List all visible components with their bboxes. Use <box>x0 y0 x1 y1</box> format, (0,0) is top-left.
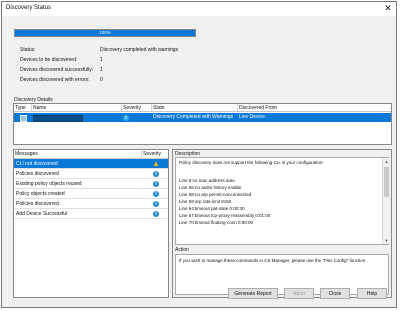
generate-report-button[interactable]: Generate Report <box>228 288 278 299</box>
description-line: Line 64:timeout pat-xlate 0:00:30 <box>179 206 245 211</box>
devices-to-discover-value: 1 <box>100 57 103 63</box>
col-msg-severity[interactable]: Severity <box>142 150 168 159</box>
message-text: Policy objects created <box>16 191 65 197</box>
discovery-status-window: Discovery Status ✕ 100% Status: Discover… <box>1 1 397 308</box>
discovery-details-table: Type Name Severity State Discovered From… <box>13 103 392 145</box>
devices-errors-value: 0 <box>100 77 103 83</box>
window-title: Discovery Status <box>6 5 52 11</box>
row-state: Discovery Completed with Warnings <box>153 114 234 120</box>
description-line: Line 58:no arp permit-nonconnected <box>179 192 252 197</box>
col-messages[interactable]: Messages <box>14 150 142 159</box>
devices-success-label: Devices discovered successfully: <box>20 67 94 73</box>
description-line: Policy discovery does not support the fo… <box>179 160 324 165</box>
description-line: Line 6:no mac-address auto <box>179 178 235 183</box>
progress-text: 100% <box>99 30 111 35</box>
message-text: Existing policy objects reused <box>16 181 82 187</box>
description-scrollbar[interactable]: ▲ ▼ <box>382 158 390 244</box>
warning-icon: ▲ <box>152 159 160 168</box>
info-icon: i <box>153 191 159 197</box>
list-item[interactable]: Policies discovered i <box>14 169 168 179</box>
message-text: Add Device Successful <box>16 211 68 217</box>
description-line: Line 59:arp rate-limit 8192 <box>179 199 232 204</box>
col-name[interactable]: Name <box>32 104 122 112</box>
message-text: Policies discovered <box>16 201 59 207</box>
description-line: Line 67:timeout tcp-proxy-reassembly 0:0… <box>179 213 271 218</box>
action-text: If you wish to manage these commands in … <box>179 258 366 263</box>
description-textbox[interactable]: Policy discovery does not support the fo… <box>175 157 390 245</box>
scroll-up-icon[interactable]: ▲ <box>384 159 389 164</box>
status-label: Status: <box>20 47 36 53</box>
close-icon[interactable]: ✕ <box>382 3 394 14</box>
action-label: Action <box>175 247 189 253</box>
progress-bar: 100% <box>14 29 196 37</box>
status-value: Discovery completed with warnings <box>100 47 179 53</box>
message-text: CLI not discovered <box>16 161 58 167</box>
list-item[interactable]: Add Device Successful i <box>14 209 168 219</box>
info-icon: i <box>123 114 129 121</box>
list-item[interactable]: Policies discovered i <box>14 199 168 209</box>
abort-button[interactable]: Abort <box>284 288 314 299</box>
col-severity[interactable]: Severity <box>122 104 152 112</box>
title-bar: Discovery Status ✕ <box>2 2 396 16</box>
col-discovered-from[interactable]: Discovered From <box>238 104 391 112</box>
table-header: Type Name Severity State Discovered From <box>14 104 391 112</box>
scroll-thumb[interactable] <box>384 167 389 197</box>
messages-table: Messages Severity CLI not discovered ▲ P… <box>13 149 169 298</box>
message-text: Policies discovered <box>16 171 59 177</box>
col-state[interactable]: State <box>152 104 238 112</box>
device-icon <box>20 115 27 122</box>
col-type[interactable]: Type <box>14 104 32 112</box>
devices-errors-label: Devices discovered with errors: <box>20 77 90 83</box>
list-item[interactable]: CLI not discovered ▲ <box>14 159 168 169</box>
info-icon: i <box>153 211 159 217</box>
info-icon: i <box>153 181 159 187</box>
table-row[interactable]: i Discovery Completed with Warnings Live… <box>14 113 391 122</box>
row-discovered-from: Live Device <box>239 114 265 120</box>
devices-success-value: 1 <box>100 67 103 73</box>
description-panel: Description Policy discovery does not su… <box>172 149 392 298</box>
list-item[interactable]: Existing policy objects reused i <box>14 179 168 189</box>
scroll-down-icon[interactable]: ▼ <box>384 238 389 243</box>
help-button[interactable]: Help <box>357 288 387 299</box>
devices-to-discover-label: Devices to be discovered: <box>20 57 78 63</box>
close-button[interactable]: Close <box>320 288 350 299</box>
description-line: Line 70:timeout floating-conn 0:00:00 <box>179 220 254 225</box>
messages-header: Messages Severity <box>14 150 168 159</box>
info-icon: i <box>153 171 159 177</box>
redacted-name <box>33 115 83 122</box>
info-icon: i <box>153 201 159 207</box>
list-item[interactable]: Policy objects created i <box>14 189 168 199</box>
description-line: Line 56:no asdm history enable <box>179 185 242 190</box>
